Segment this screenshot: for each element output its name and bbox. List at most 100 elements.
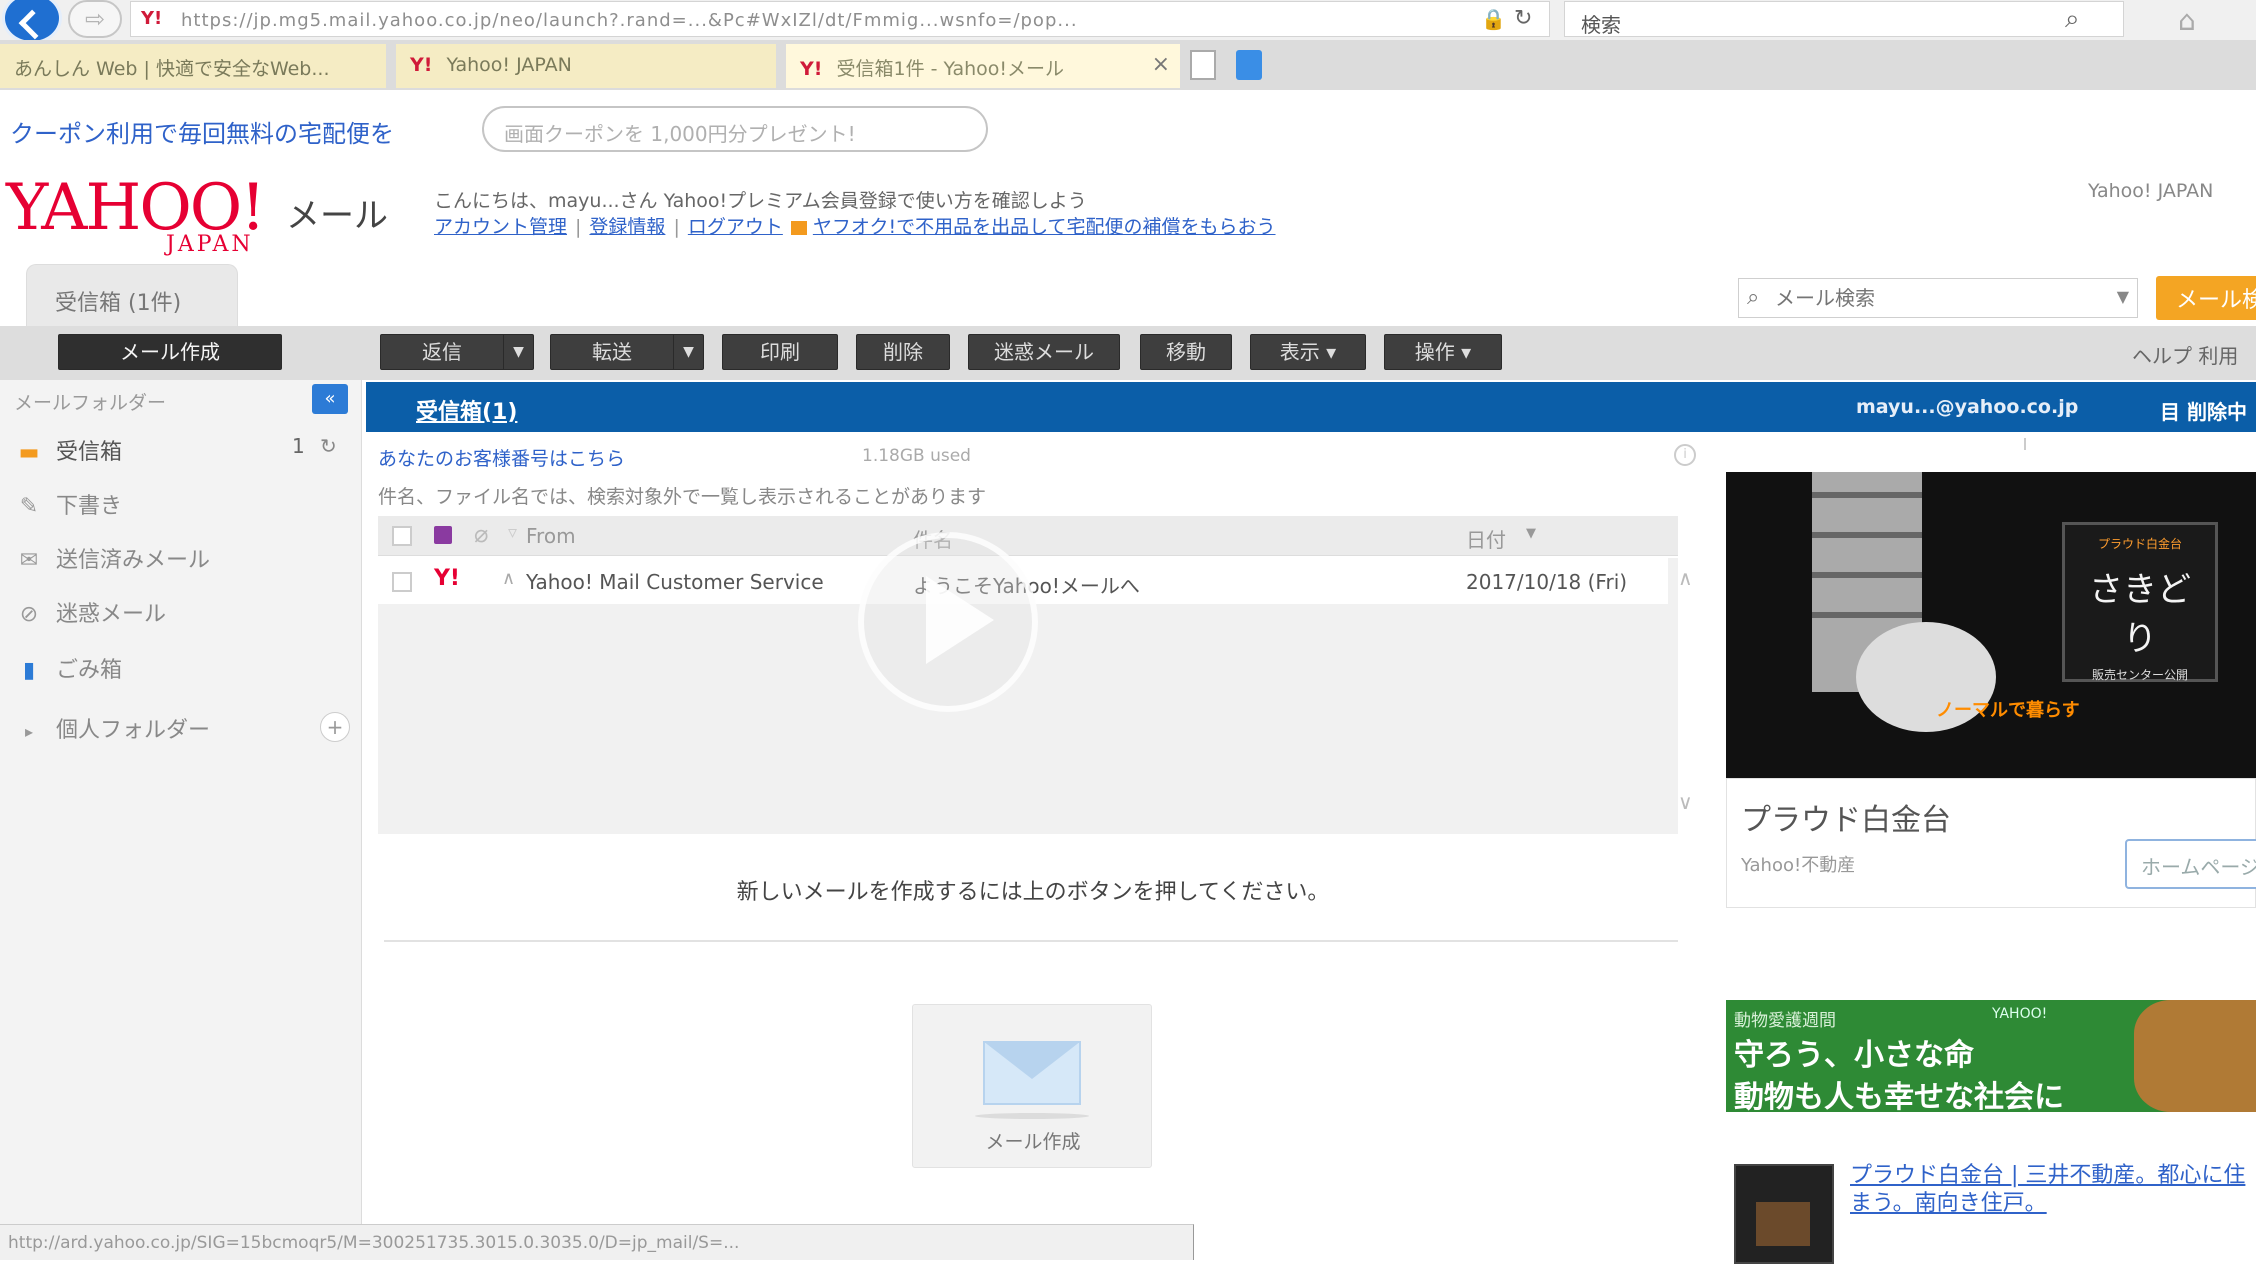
compose-button[interactable]: メール作成: [58, 334, 282, 370]
folder-expand-icon[interactable]: ▸: [14, 722, 44, 741]
sidebar-item-inbox[interactable]: ▬ 受信箱 1 ↻: [14, 434, 344, 474]
column-date[interactable]: 日付: [1466, 524, 1506, 553]
sidebar-item-drafts[interactable]: ✎ 下書き: [14, 488, 344, 528]
tab-list-icon[interactable]: [1236, 50, 1262, 80]
folder-list-header[interactable]: メールフォルダー: [14, 388, 166, 415]
compose-card-label: メール作成: [985, 1131, 1081, 1153]
promo-bar: クーポン利用で毎回無料の宅配便を 画面クーポンを 1,000円分プレゼント!: [0, 100, 2256, 160]
info-icon[interactable]: i: [1674, 444, 1696, 466]
envelope-icon: [975, 1041, 1089, 1119]
mail-search-button[interactable]: メール検索: [2156, 276, 2256, 320]
auction-promo-link[interactable]: ヤフオク!で不用品を出品して宅配便の補償をもらおう: [813, 216, 1276, 238]
forward-button[interactable]: ⇨: [68, 0, 122, 38]
ad-card-source: Yahoo!不動産: [1741, 855, 1856, 876]
forward-mail-button[interactable]: 転送 ▼: [550, 334, 704, 370]
chevron-down-icon[interactable]: ▼: [503, 335, 533, 369]
print-button[interactable]: 印刷: [722, 334, 838, 370]
help-link[interactable]: ヘルプ 利用: [2132, 340, 2238, 369]
ad-card[interactable]: プラウド白金台 Yahoo!不動産 ホームページへ: [1726, 778, 2256, 908]
status-bar: http://ard.yahoo.co.jp/SIG=15bcmoqr5/M=3…: [0, 1224, 1194, 1260]
url-text[interactable]: https://jp.mg5.mail.yahoo.co.jp/neo/laun…: [181, 10, 1481, 31]
browser-tab[interactable]: あんしん Web | 快適で安全なWeb...: [0, 44, 386, 88]
actions-label: 操作: [1414, 340, 1455, 364]
select-all-checkbox[interactable]: [392, 526, 412, 546]
home-icon[interactable]: ⌂: [2178, 4, 2196, 37]
unread-count: 1: [292, 434, 305, 458]
header-right-link[interactable]: 目 削除中: [2160, 396, 2247, 425]
storage-usage: 1.18GB used: [862, 446, 971, 466]
animal-welfare-banner[interactable]: 動物愛護週間 YAHOO! 守ろう、小さな命 動物も人も幸せな社会に: [1726, 1000, 2256, 1115]
sidebar-item-label: 個人フォルダー: [56, 718, 211, 743]
sidebar-item-trash[interactable]: ▮ ごみ箱: [14, 652, 344, 692]
notice-text: 件名、ファイル名では、検索対象外で一覧し表示されることがあります: [378, 486, 987, 508]
mail-toolbar: メール作成 返信 ▼ 転送 ▼ 印刷 削除 迷惑メール 移動 表示 ▾ 操作 ▾…: [0, 326, 2256, 380]
yahoo-japan-logo[interactable]: YAHOO! JAPAN: [6, 176, 276, 257]
divider: [384, 940, 1678, 942]
sidebar-item-label: 送信済みメール: [56, 548, 211, 573]
sidebar-item-personal-folders[interactable]: ▸ 個人フォルダー +: [14, 712, 350, 752]
delete-button[interactable]: 削除: [856, 334, 950, 370]
spam-button[interactable]: 迷惑メール: [968, 334, 1120, 370]
folder-tab-inbox[interactable]: 受信箱 (1件): [26, 264, 238, 326]
row-checkbox[interactable]: [392, 572, 412, 592]
browser-tab-active[interactable]: Y! 受信箱1件 - Yahoo!メール ×: [786, 44, 1180, 88]
banner-line-2: 動物も人も幸せな社会に: [1734, 1080, 2064, 1115]
close-tab-icon[interactable]: ×: [1152, 52, 1170, 77]
url-field[interactable]: Y! https://jp.mg5.mail.yahoo.co.jp/neo/l…: [130, 1, 1550, 37]
back-button[interactable]: [2, 0, 62, 44]
video-ad[interactable]: ノーマルで暮らす プラウド白金台 さきどり 販売センター公開: [1726, 472, 2256, 778]
view-menu-button[interactable]: 表示 ▾: [1250, 334, 1366, 370]
sidebar-item-sent[interactable]: ✉ 送信済みメール: [14, 542, 344, 582]
profile-link[interactable]: 登録情報: [589, 216, 665, 238]
reply-button[interactable]: 返信 ▼: [380, 334, 534, 370]
lock-icon[interactable]: 🔒: [1481, 7, 1506, 31]
column-from[interactable]: From: [526, 524, 576, 548]
sort-descending-icon[interactable]: ▼: [1526, 526, 1536, 541]
ad-card-title[interactable]: プラウド白金台: [1741, 795, 1951, 839]
video-play-icon[interactable]: [858, 532, 1038, 712]
account-link[interactable]: アカウント管理: [434, 216, 567, 238]
logout-link[interactable]: ログアウト: [688, 216, 783, 238]
chevron-down-icon[interactable]: ▼: [2117, 287, 2129, 306]
move-button[interactable]: 移動: [1140, 334, 1232, 370]
compose-card-button[interactable]: メール作成: [912, 1004, 1152, 1168]
collapse-sidebar-icon[interactable]: «: [312, 384, 348, 414]
browser-search-field[interactable]: 検索 ⌕: [1564, 1, 2124, 37]
promo-pill-button[interactable]: 画面クーポンを 1,000円分プレゼント!: [482, 106, 988, 152]
inbox-title[interactable]: 受信箱(1): [416, 394, 517, 426]
attachment-column-icon[interactable]: ⌀: [474, 520, 488, 548]
separator: |: [575, 216, 582, 238]
yahoo-sender-icon: Y!: [434, 566, 460, 591]
scroll-up-icon[interactable]: ∧: [1678, 566, 1693, 590]
ad-card-button[interactable]: ホームページへ: [2125, 839, 2256, 889]
inbox-icon: ▬: [18, 440, 40, 465]
view-label: 表示: [1279, 340, 1320, 364]
magnifier-icon[interactable]: ⌕: [2065, 4, 2080, 35]
flag-column-icon[interactable]: [434, 526, 452, 544]
message-list: Y! ∧ Yahoo! Mail Customer Service ようこそYa…: [378, 532, 1693, 834]
browser-tab-strip: あんしん Web | 快適で安全なWeb... Y! Yahoo! JAPAN …: [0, 40, 2256, 90]
promo-link[interactable]: クーポン利用で毎回無料の宅配便を: [10, 114, 394, 149]
compose-hint-text: 新しいメールを作成するには上のボタンを押してください。: [736, 880, 1330, 905]
add-folder-icon[interactable]: +: [320, 712, 350, 742]
chevron-down-icon: ▾: [1326, 340, 1337, 364]
inset-sub-text: 販売センター公開: [2091, 668, 2188, 682]
mail-search-input[interactable]: [1775, 281, 2105, 315]
actions-menu-button[interactable]: 操作 ▾: [1384, 334, 1502, 370]
refresh-icon[interactable]: ↻: [320, 434, 337, 458]
ad-text-link[interactable]: プラウド白金台 | 三井不動産。都心に住まう。南向き住戸。: [1850, 1162, 2256, 1246]
new-tab-icon[interactable]: [1190, 50, 1216, 80]
mail-search-box[interactable]: ⌕ ▼: [1738, 278, 2138, 318]
chevron-down-icon[interactable]: ▼: [673, 335, 703, 369]
account-address[interactable]: mayu...@yahoo.co.jp: [1856, 396, 2078, 418]
scroll-down-icon[interactable]: ∨: [1678, 790, 1693, 814]
folder-sidebar: メールフォルダー « ▬ 受信箱 1 ↻ ✎ 下書き ✉ 送信済みメール ⊘ 迷惑メール…: [0, 380, 362, 1230]
sidebar-item-spam[interactable]: ⊘ 迷惑メール: [14, 596, 344, 636]
refresh-icon[interactable]: ↻: [1514, 6, 1532, 31]
yahoo-japan-link[interactable]: Yahoo! JAPAN: [2088, 180, 2213, 202]
priority-column-icon[interactable]: ▿: [508, 522, 517, 543]
row-date: 2017/10/18 (Fri): [1466, 570, 1628, 594]
ad-thumbnail-image[interactable]: [1734, 1164, 1834, 1264]
notice-link[interactable]: あなたのお客様番号はこちら: [378, 444, 625, 471]
browser-tab[interactable]: Y! Yahoo! JAPAN: [396, 44, 776, 88]
